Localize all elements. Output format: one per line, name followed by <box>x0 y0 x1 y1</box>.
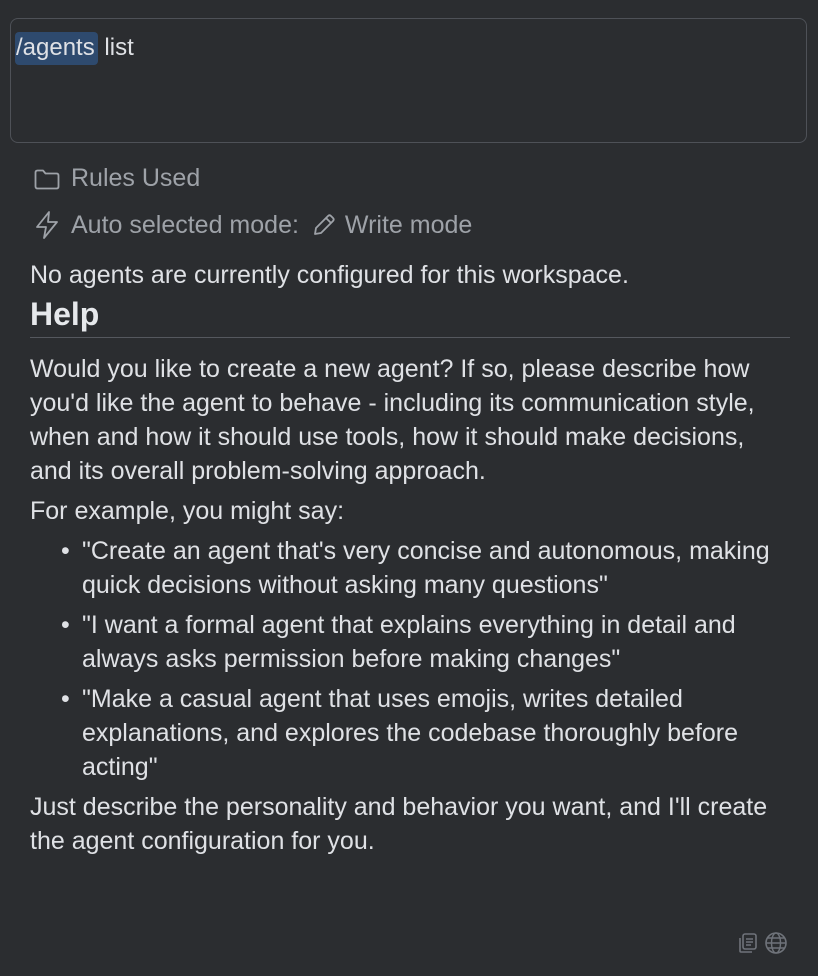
status-text: No agents are currently configured for t… <box>30 261 629 289</box>
slash-command: /agents <box>15 32 98 65</box>
lightning-icon <box>33 210 61 240</box>
folder-icon <box>33 167 61 191</box>
list-item: "Create an agent that's very concise and… <box>61 534 790 602</box>
help-heading: Help <box>30 294 790 338</box>
example-list: "Create an agent that's very concise and… <box>30 534 790 784</box>
pencil-icon <box>311 212 337 238</box>
footer-actions <box>738 931 788 960</box>
globe-icon[interactable] <box>764 931 788 960</box>
example-intro: For example, you might say: <box>30 497 345 525</box>
copy-icon[interactable] <box>738 932 758 959</box>
rules-used-row[interactable]: Rules Used <box>33 164 200 193</box>
auto-mode-label: Auto selected mode: <box>71 210 299 239</box>
command-argument: list <box>97 34 134 61</box>
list-item: "I want a formal agent that explains eve… <box>61 608 790 676</box>
chat-input-text[interactable]: /agents list <box>15 28 134 68</box>
list-item: "Make a casual agent that uses emojis, w… <box>61 682 790 784</box>
mode-value: Write mode <box>344 210 473 239</box>
rules-used-label: Rules Used <box>71 164 201 192</box>
auto-mode-row: Auto selected mode: Write mode <box>33 210 472 240</box>
help-outro: Just describe the personality and behavi… <box>30 793 768 855</box>
assistant-response: No agents are currently configured for t… <box>30 258 790 858</box>
help-intro: Would you like to create a new agent? If… <box>30 355 755 485</box>
